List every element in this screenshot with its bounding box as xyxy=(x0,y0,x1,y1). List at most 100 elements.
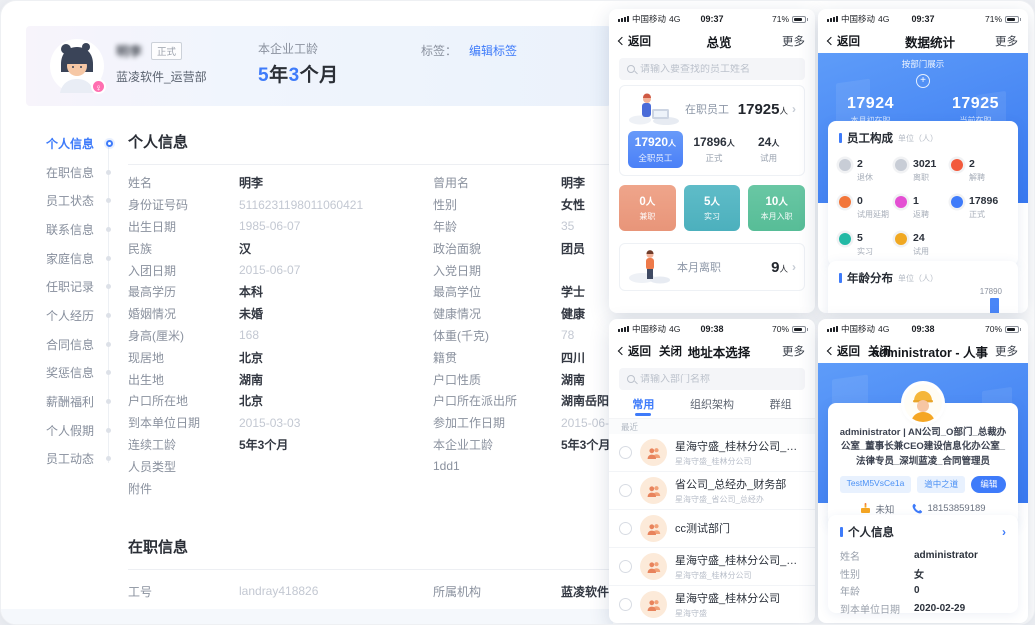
field-label: 年龄 xyxy=(433,218,561,235)
tab[interactable]: 组织架构 xyxy=(678,395,747,415)
profile-chip[interactable]: 编辑 xyxy=(971,476,1006,493)
clock: 09:37 xyxy=(818,14,1028,24)
radio-icon[interactable] xyxy=(619,560,632,573)
sidebar-item[interactable]: 在职信息 xyxy=(1,158,121,187)
status-bar: 中国移动 4G 09:38 70% xyxy=(818,319,1028,339)
department-list-item[interactable]: 星海守盛_桂林分公司 星海守盛 xyxy=(609,586,815,623)
section-accent-bar xyxy=(839,273,842,283)
department-list: 星海守盛_桂林分公司_财… 星海守盛_桂林分公司 xyxy=(609,434,815,623)
age-bar xyxy=(990,298,999,313)
phone-icon xyxy=(912,503,923,514)
people-icon xyxy=(647,561,661,573)
sidebar-item[interactable]: 家庭信息 xyxy=(1,244,121,273)
stat-tile[interactable]: 0人 兼职 xyxy=(619,185,676,231)
info-row: 年龄 0 xyxy=(840,582,1006,600)
sidebar-item[interactable]: 任职记录 xyxy=(1,272,121,301)
field-row: 工号 landray418826 xyxy=(128,577,428,605)
status-bar: 中国移动 4G 09:37 71% xyxy=(609,9,815,29)
tab[interactable]: 常用 xyxy=(609,395,678,415)
field-row: 入党日期 xyxy=(433,259,619,281)
section-accent-bar xyxy=(839,133,842,143)
department-list-item[interactable]: 星海守盛_桂林分公司_财… 星海守盛_桂林分公司 xyxy=(609,434,815,472)
sidebar-nav: 个人信息 在职信息 员工状态 联系信息 xyxy=(1,129,121,473)
battery-icon xyxy=(1005,326,1019,333)
radio-icon[interactable] xyxy=(619,446,632,459)
section-accent-bar xyxy=(840,527,843,537)
stat-tile[interactable]: 10人 本月入职 xyxy=(748,185,805,231)
sidebar-item[interactable]: 合同信息 xyxy=(1,330,121,359)
clock: 09:38 xyxy=(818,324,1028,334)
sidebar-item[interactable]: 员工状态 xyxy=(1,186,121,215)
user-avatar xyxy=(904,384,942,422)
sidebar-item[interactable]: 奖惩信息 xyxy=(1,359,121,388)
composition-grid: 2 退休 3021 离职 xyxy=(839,158,1007,257)
stat-tile[interactable]: 5人 实习 xyxy=(684,185,741,231)
edit-tags-link[interactable]: 编辑标签 xyxy=(469,42,517,59)
field-label: 曾用名 xyxy=(433,174,561,191)
more-button[interactable]: 更多 xyxy=(782,343,805,359)
chevron-right-icon[interactable]: › xyxy=(1002,525,1006,539)
plus-icon[interactable]: + xyxy=(916,74,930,88)
field-row: 入团日期 2015-06-07 xyxy=(128,259,428,281)
group-avatar xyxy=(640,439,667,466)
department-list-item[interactable]: 省公司_总经办_财务部 星海守盛_省公司_总经办 xyxy=(609,472,815,510)
group-avatar xyxy=(640,553,667,580)
chevron-left-icon xyxy=(618,37,626,45)
timeline-dot-icon xyxy=(106,370,111,375)
search-bar[interactable] xyxy=(619,368,805,390)
field-value: 35 xyxy=(561,219,574,233)
search-input[interactable] xyxy=(640,374,797,385)
legend-dot-icon xyxy=(895,233,907,245)
radio-icon[interactable] xyxy=(619,598,632,611)
field-label: 姓名 xyxy=(128,174,239,191)
age-unit: 单位（人） xyxy=(898,273,938,284)
stat-cell[interactable]: 17896人 正式 xyxy=(687,131,742,168)
leavers-card[interactable]: 本月离职 9人 › xyxy=(619,243,805,291)
field-value: 健康 xyxy=(561,305,585,322)
field-row: 民族 汉 xyxy=(128,237,428,259)
more-button[interactable]: 更多 xyxy=(995,343,1018,359)
field-label: 人员类型 xyxy=(128,458,239,475)
back-button[interactable]: 返回 xyxy=(619,33,651,49)
field-label: 本企业工龄 xyxy=(433,436,561,453)
sidebar-item[interactable]: 个人信息 xyxy=(1,129,121,158)
field-label: 1dd1 xyxy=(433,459,561,473)
more-button[interactable]: 更多 xyxy=(995,33,1018,49)
profile-chip[interactable]: 道中之道 xyxy=(917,476,965,493)
phone-personnel-file: 中国移动 4G 09:38 70% 返回 关闭 administrator - … xyxy=(818,319,1028,623)
status-bar: 中国移动 4G 09:38 70% xyxy=(609,319,815,339)
active-employees-card[interactable]: 在职员工 17925人 › 17920人 全职员工 17896人 正式 xyxy=(619,85,805,176)
stat-cell[interactable]: 24人 试用 xyxy=(741,131,796,168)
search-bar[interactable] xyxy=(619,58,805,80)
field-value: 学士 xyxy=(561,283,585,300)
department-list-item[interactable]: cc测试部门 xyxy=(609,510,815,548)
phone-item[interactable]: 18153859189 xyxy=(912,503,985,514)
back-button[interactable]: 返回 xyxy=(828,33,860,49)
stat-cell[interactable]: 17920人 全职员工 xyxy=(628,131,683,168)
radio-icon[interactable] xyxy=(619,522,632,535)
back-button[interactable]: 返回 xyxy=(619,343,651,359)
sidebar-item[interactable]: 联系信息 xyxy=(1,215,121,244)
more-button[interactable]: 更多 xyxy=(782,33,805,49)
field-label: 健康情况 xyxy=(433,305,561,322)
field-row: 最高学历 本科 xyxy=(128,281,428,303)
legend-dot-icon xyxy=(951,159,963,171)
search-input[interactable] xyxy=(640,64,797,75)
profile-chip[interactable]: TestM5VsCe1a xyxy=(840,476,912,493)
nav-bar: 返回 关闭 地址本选择 更多 xyxy=(609,339,815,363)
sidebar-item[interactable]: 个人假期 xyxy=(1,416,121,445)
page-title: 地址本选择 xyxy=(663,342,775,361)
employee-avatar: ♀ xyxy=(50,39,104,93)
active-label: 在职员工 xyxy=(685,101,729,117)
phone-addressbook: 中国移动 4G 09:38 70% 返回 关闭 地址本选择 更多 常用 组织架构… xyxy=(609,319,815,623)
department-list-item[interactable]: 星海守盛_桂林分公司_节… 星海守盛_桂林分公司 xyxy=(609,548,815,586)
sidebar-item[interactable]: 员工动态 xyxy=(1,445,121,474)
field-label: 政治面貌 xyxy=(433,240,561,257)
back-button[interactable]: 返回 xyxy=(828,343,860,359)
phone-overview: 中国移动 4G 09:37 71% 返回 总览 更多 xyxy=(609,9,815,313)
sidebar-item[interactable]: 薪酬福利 xyxy=(1,387,121,416)
tab[interactable]: 群组 xyxy=(746,395,815,415)
timeline-dot-icon xyxy=(106,313,111,318)
radio-icon[interactable] xyxy=(619,484,632,497)
sidebar-item[interactable]: 个人经历 xyxy=(1,301,121,330)
